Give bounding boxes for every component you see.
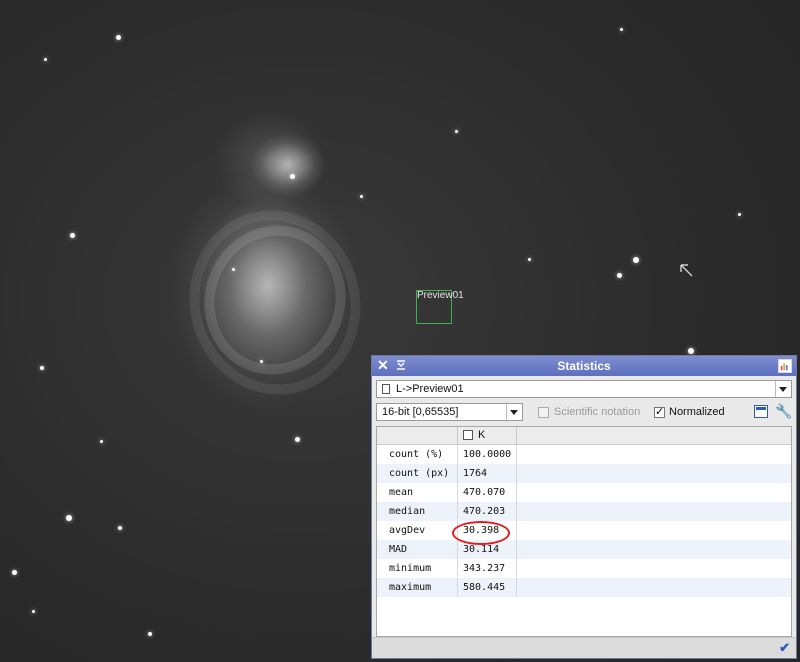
star (100, 440, 103, 443)
column-divider (457, 578, 458, 597)
column-divider (457, 483, 458, 502)
channel-checkbox[interactable] (463, 430, 473, 440)
star (455, 130, 458, 133)
star (688, 348, 694, 354)
table-row[interactable]: count (px) 1764 (377, 464, 791, 483)
column-divider (516, 521, 517, 540)
format-selector[interactable]: 16-bit [0,65535] (376, 403, 523, 421)
checkmark-icon[interactable]: ✔ (779, 640, 790, 656)
row-value: 470.070 (463, 487, 506, 498)
normalized-checkbox[interactable] (654, 405, 665, 418)
status-bar: ✔ (372, 637, 796, 658)
preview-label: Preview01 (417, 290, 464, 301)
star (260, 360, 263, 363)
star (44, 58, 47, 61)
table-row[interactable]: count (%) 100.0000 (377, 445, 791, 464)
star (360, 195, 363, 198)
header-channel-column[interactable]: K (458, 427, 517, 444)
star (66, 515, 72, 521)
table-header: K (377, 427, 791, 445)
row-name: median (389, 506, 426, 517)
column-divider (457, 559, 458, 578)
star (617, 273, 622, 278)
row-value: 343.237 (463, 563, 506, 574)
column-divider (516, 578, 517, 597)
star (12, 570, 17, 575)
row-name: minimum (389, 563, 432, 574)
window-titlebar[interactable]: ✕ Statistics (372, 356, 796, 376)
row-value: 470.203 (463, 506, 506, 517)
document-icon (382, 384, 390, 394)
star (738, 213, 741, 216)
column-divider (457, 502, 458, 521)
statistics-table: K count (%) 100.0000 count (px) 1764 mean 470… (376, 426, 792, 637)
chevron-down-icon[interactable] (775, 381, 791, 397)
star (70, 233, 75, 238)
table-row[interactable]: avgDev 30.398 (377, 521, 791, 540)
normalized-label: Normalized (669, 406, 725, 418)
star (116, 35, 121, 40)
header-name-column (377, 427, 458, 444)
wrench-icon[interactable]: 🔧 (775, 403, 792, 419)
star (620, 28, 623, 31)
column-divider (516, 559, 517, 578)
row-value: 30.114 (463, 544, 500, 555)
edit-list-icon[interactable] (754, 405, 768, 418)
row-name: count (px) (389, 468, 450, 479)
view-selector[interactable]: L->Preview01 (376, 380, 792, 398)
table-row[interactable]: MAD 30.114 (377, 540, 791, 559)
chart-icon[interactable] (778, 359, 792, 373)
row-value: 580.445 (463, 582, 506, 593)
star (148, 632, 152, 636)
star (528, 258, 531, 261)
column-divider (516, 464, 517, 483)
table-row[interactable]: maximum 580.445 (377, 578, 791, 597)
star (32, 610, 35, 613)
column-divider (457, 540, 458, 559)
row-name: avgDev (389, 525, 426, 536)
star (295, 437, 300, 442)
window-title: Statistics (557, 359, 611, 373)
chevron-down-icon[interactable] (506, 404, 522, 420)
channel-header-label: K (478, 429, 486, 441)
table-row[interactable]: mean 470.070 (377, 483, 791, 502)
star (290, 174, 295, 179)
scientific-notation-label: Scientific notation (554, 406, 641, 418)
row-name: mean (389, 487, 414, 498)
highlight-ellipse-annotation (452, 521, 510, 545)
star (40, 366, 44, 370)
column-divider (516, 540, 517, 559)
column-divider (516, 445, 517, 464)
row-name: MAD (389, 544, 408, 555)
column-divider (457, 445, 458, 464)
star (633, 257, 639, 263)
format-selector-value: 16-bit [0,65535] (382, 406, 459, 418)
view-selector-value: L->Preview01 (396, 383, 464, 395)
column-divider (457, 464, 458, 483)
table-row[interactable]: median 470.203 (377, 502, 791, 521)
star (232, 268, 235, 271)
row-value: 1764 (463, 468, 488, 479)
column-divider (516, 483, 517, 502)
column-divider (516, 502, 517, 521)
row-value: 100.0000 (463, 449, 512, 460)
row-name: count (%) (389, 449, 444, 460)
row-name: maximum (389, 582, 432, 593)
cursor-arrow-icon (680, 264, 693, 277)
table-row[interactable]: minimum 343.237 (377, 559, 791, 578)
scientific-notation-checkbox[interactable] (538, 407, 549, 418)
statistics-window: ✕ Statistics L->Preview01 16-bit [0,6553… (371, 355, 797, 659)
star (118, 526, 122, 530)
